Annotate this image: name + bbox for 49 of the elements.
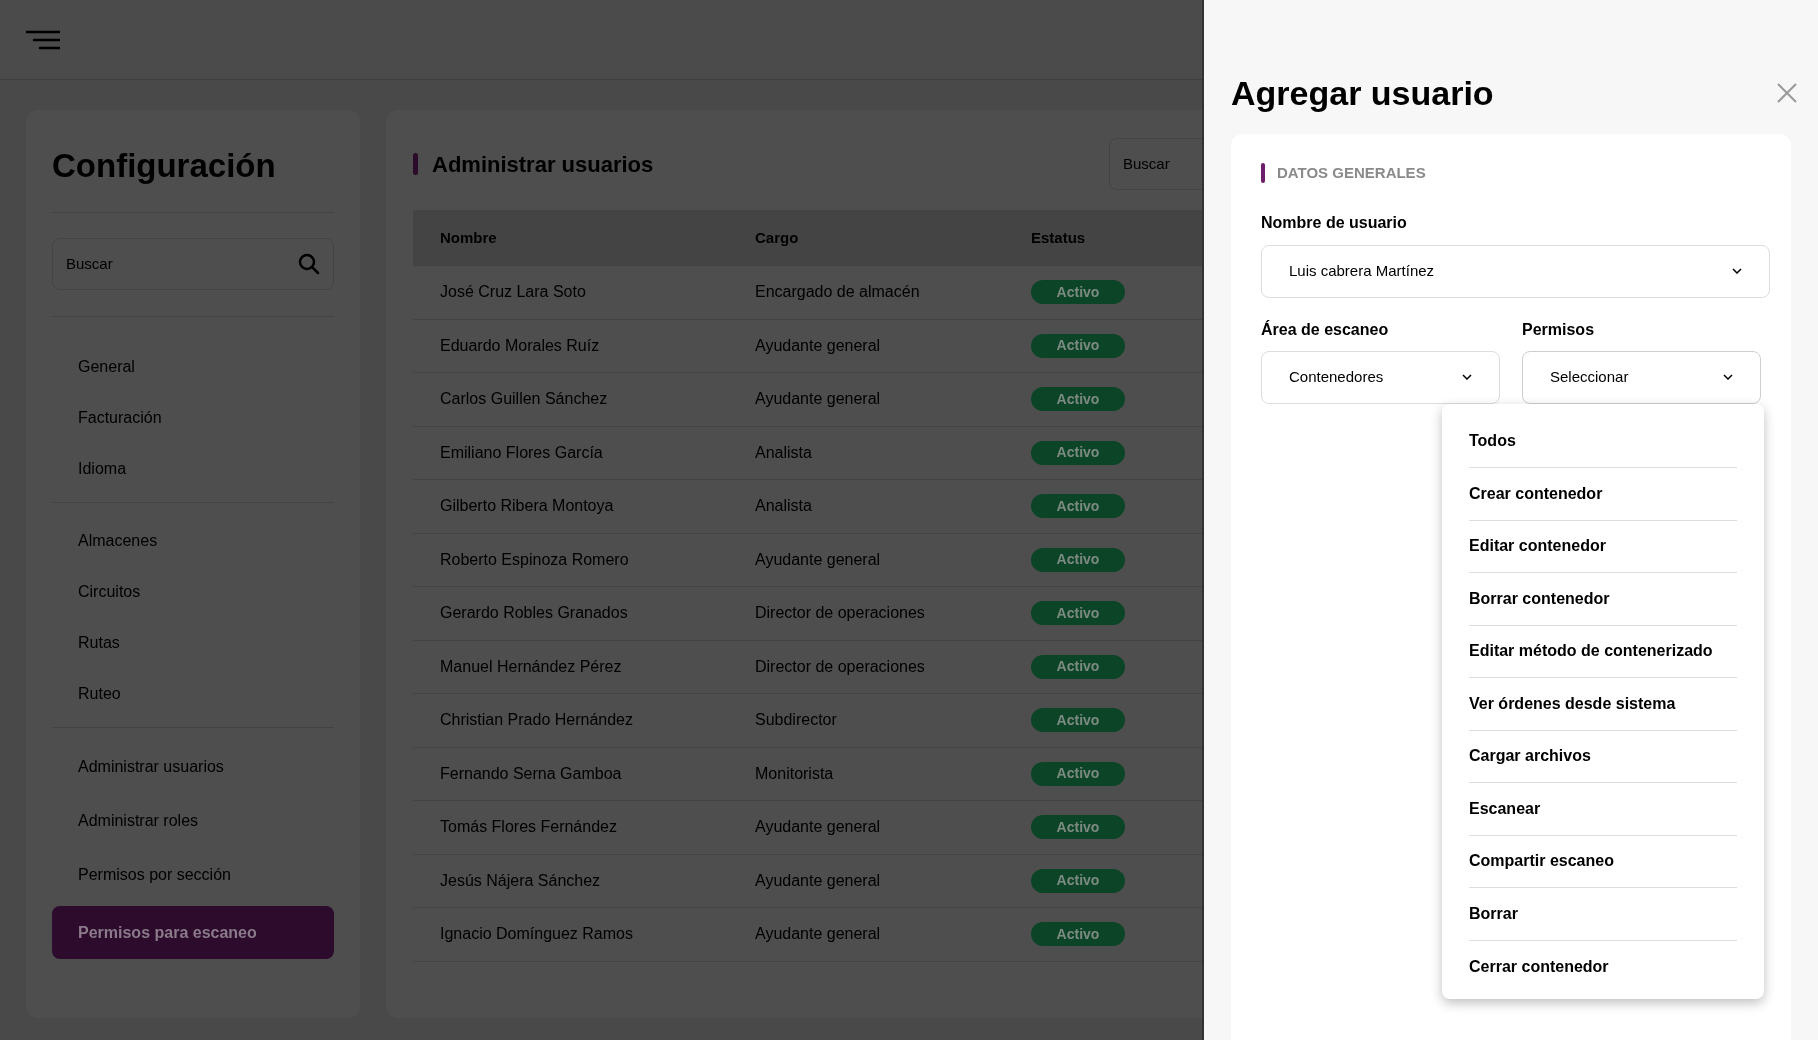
table-cell: Manuel Hernández Pérez	[440, 657, 622, 675]
status-badge: Activo	[1031, 654, 1125, 679]
status-badge: Activo	[1031, 868, 1125, 893]
status-badge: Activo	[1031, 922, 1125, 947]
section-heading: DATOS GENERALES	[1277, 163, 1426, 183]
table-cell: Director de operaciones	[755, 657, 925, 675]
status-badge: Activo	[1031, 280, 1125, 305]
table-cell: Monitorista	[755, 764, 834, 782]
status-badge: Activo	[1031, 815, 1125, 840]
status-badge: Activo	[1031, 494, 1125, 519]
table-cell: Tomás Flores Fernández	[440, 818, 617, 836]
field-label: Nombre de usuario	[1261, 212, 1408, 233]
table-cell: Fernando Serna Gamboa	[440, 764, 622, 782]
table-cell: Ayudante general	[755, 818, 881, 836]
table-cell: Jesús Nájera Sánchez	[440, 871, 601, 889]
column-header: Nombre	[440, 228, 497, 246]
table-cell: Christian Prado Hernández	[440, 711, 633, 729]
table-cell: Encargado de almacén	[755, 283, 920, 301]
status-badge: Activo	[1031, 708, 1125, 733]
status-badge: Activo	[1031, 440, 1125, 465]
table-cell: Ayudante general	[755, 550, 881, 568]
table-cell: Ayudante general	[755, 336, 881, 354]
table-cell: José Cruz Lara Soto	[440, 283, 586, 301]
status-badge: Activo	[1031, 761, 1125, 786]
table-cell: Gerardo Robles Granados	[440, 604, 628, 622]
table-cell: Eduardo Morales Ruíz	[440, 336, 600, 354]
field-label: Permisos	[1522, 319, 1596, 340]
column-header: Cargo	[755, 228, 799, 246]
table-cell: Analista	[755, 497, 812, 515]
column-header: Estatus	[1031, 228, 1086, 246]
table-cell: Emiliano Flores García	[440, 443, 603, 461]
table-cell: Carlos Guillen Sánchez	[440, 390, 608, 408]
table-cell: Ayudante general	[755, 871, 881, 889]
drawer-title: Agregar usuario	[1231, 72, 1494, 114]
field-label: Área de escaneo	[1261, 319, 1390, 340]
table-cell: Gilberto Ribera Montoya	[440, 497, 614, 515]
status-badge: Activo	[1031, 601, 1125, 626]
table-cell: Subdirector	[755, 711, 837, 729]
table-cell: Ayudante general	[755, 390, 881, 408]
table-cell: Roberto Espinoza Romero	[440, 550, 629, 568]
status-badge: Activo	[1031, 387, 1125, 412]
table-cell: Ignacio Domínguez Ramos	[440, 925, 633, 943]
panel-title: Configuración	[52, 146, 277, 187]
status-badge: Activo	[1031, 333, 1125, 358]
table-cell: Analista	[755, 443, 812, 461]
table-cell: Ayudante general	[755, 925, 881, 943]
status-badge: Activo	[1031, 547, 1125, 572]
table-cell: Director de operaciones	[755, 604, 925, 622]
panel-title: Administrar usuarios	[432, 150, 654, 179]
